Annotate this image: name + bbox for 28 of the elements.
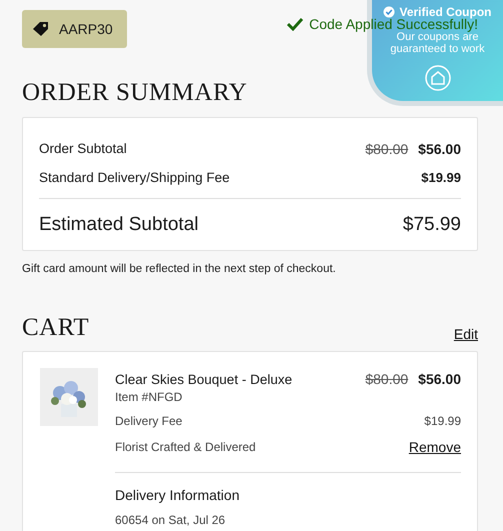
house-icon[interactable] bbox=[424, 65, 450, 91]
delivery-detail: 60654 on Sat, Jul 26 bbox=[115, 513, 226, 527]
summary-label: Standard Delivery/Shipping Fee bbox=[39, 170, 230, 185]
tag-icon bbox=[32, 21, 50, 37]
remove-link[interactable]: Remove bbox=[408, 439, 461, 455]
checkout-note: Gift card amount will be reflected in the next step of checkout. bbox=[22, 263, 337, 275]
price: $56.00 bbox=[418, 140, 461, 156]
check-circle-icon bbox=[383, 6, 396, 18]
edit-link[interactable]: Edit bbox=[454, 326, 478, 342]
fee-label: Delivery Fee bbox=[115, 414, 182, 428]
original-price: $80.00 bbox=[365, 371, 408, 387]
fee-amount: $19.99 bbox=[424, 414, 461, 428]
section-heading: CART bbox=[22, 314, 90, 342]
verified-title: Verified Coupon bbox=[399, 5, 492, 19]
item-number: Item #NFGD bbox=[115, 390, 184, 404]
summary-label: Order Subtotal bbox=[39, 141, 127, 156]
fulfillment-text: Florist Crafted & Delivered bbox=[115, 440, 256, 454]
delivery-heading: Delivery Information bbox=[115, 487, 240, 503]
original-price: $80.00 bbox=[365, 140, 408, 156]
price: $19.99 bbox=[421, 170, 461, 185]
section-heading: ORDER SUMMARY bbox=[22, 79, 248, 107]
coupon-code-tag: AARP30 bbox=[22, 10, 127, 48]
total-price: $75.99 bbox=[402, 214, 461, 236]
product-name: Clear Skies Bouquet - Deluxe bbox=[115, 372, 292, 386]
price: $56.00 bbox=[418, 371, 461, 387]
verified-text: Our coupons are guaranteed to work bbox=[390, 31, 486, 55]
check-icon bbox=[287, 17, 304, 31]
total-label: Estimated Subtotal bbox=[39, 214, 198, 236]
